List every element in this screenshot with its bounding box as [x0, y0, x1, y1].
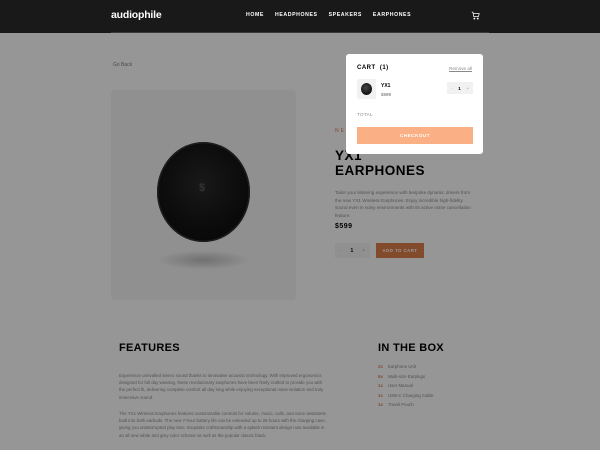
logo[interactable]: audiophile: [111, 9, 162, 21]
cart-increment-button[interactable]: +: [467, 86, 469, 91]
earphone-thumbnail-image: [361, 83, 372, 95]
nav-speakers[interactable]: SPEAKERS: [329, 12, 362, 18]
cart-item-name: YX1: [381, 83, 391, 89]
cart-modal: CART (1) Remove all YX1 $599 - 1 + TOTAL…: [346, 54, 483, 154]
cart-total-label: TOTAL: [357, 112, 373, 117]
cart-icon[interactable]: [471, 11, 480, 20]
nav-earphones[interactable]: EARPHONES: [373, 12, 411, 18]
cart-title-label: CART: [357, 65, 376, 71]
cart-title: CART (1): [357, 65, 389, 71]
nav-headphones[interactable]: HEADPHONES: [275, 12, 318, 18]
remove-all-button[interactable]: Remove all: [449, 66, 472, 71]
site-header: audiophile HOME HEADPHONES SPEAKERS EARP…: [0, 0, 600, 33]
cart-decrement-button[interactable]: -: [451, 86, 452, 91]
cart-quantity-value: 1: [458, 85, 461, 91]
checkout-button[interactable]: CHECKOUT: [357, 127, 473, 144]
modal-backdrop[interactable]: [0, 33, 600, 450]
nav-home[interactable]: HOME: [246, 12, 264, 18]
cart-item-price: $599: [381, 92, 392, 97]
cart-quantity-stepper: - 1 +: [447, 82, 473, 94]
cart-count: (1): [379, 65, 389, 71]
main-nav: HOME HEADPHONES SPEAKERS EARPHONES: [246, 12, 411, 18]
cart-item-thumbnail: [357, 79, 376, 99]
